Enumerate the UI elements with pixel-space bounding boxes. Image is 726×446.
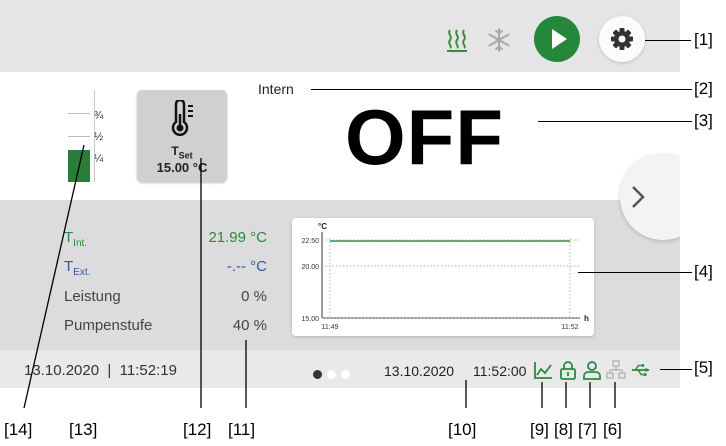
callout-4: [4]: [694, 262, 713, 281]
callout-8: [8]: [554, 420, 573, 439]
callout-6: [6]: [603, 420, 622, 439]
callout-11: [11]: [228, 420, 256, 439]
callout-leaders: [23, 144, 616, 409]
callout-9: [9]: [530, 420, 549, 439]
callout-7: [7]: [578, 420, 597, 439]
callout-13: [13]: [69, 420, 98, 439]
callout-10: [10]: [448, 420, 477, 439]
callout-3: [3]: [694, 111, 713, 130]
callout-5: [5]: [694, 358, 713, 377]
callout-14: [14]: [4, 420, 33, 439]
callout-2: [2]: [694, 79, 713, 98]
callout-1: [1]: [694, 30, 713, 49]
callout-12: [12]: [183, 420, 212, 439]
